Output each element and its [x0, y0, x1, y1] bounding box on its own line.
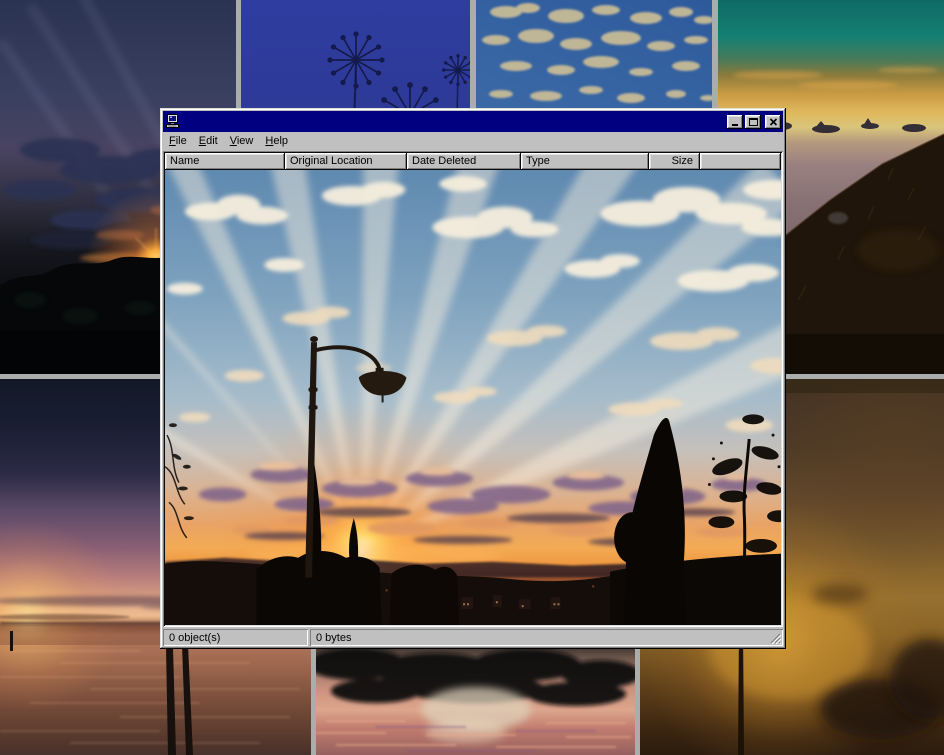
status-objects: 0 object(s)	[163, 629, 308, 646]
titlebar[interactable]	[163, 111, 783, 132]
column-headers: Name Original Location Date Deleted Type…	[165, 153, 781, 170]
minimize-button[interactable]	[727, 115, 743, 129]
computer-icon	[165, 114, 181, 129]
menu-help[interactable]: Help	[259, 133, 294, 150]
close-icon	[769, 118, 778, 126]
maximize-icon	[749, 118, 758, 126]
close-button[interactable]	[765, 115, 781, 129]
menu-file[interactable]: File	[163, 133, 193, 150]
column-header-date-deleted[interactable]: Date Deleted	[407, 153, 521, 170]
file-list: Name Original Location Date Deleted Type…	[163, 151, 783, 627]
column-header-type[interactable]: Type	[521, 153, 649, 170]
menu-view[interactable]: View	[224, 133, 260, 150]
column-header-name[interactable]: Name	[165, 153, 285, 170]
menu-bar: File Edit View Help	[163, 132, 783, 151]
status-bar: 0 object(s) 0 bytes	[163, 629, 783, 646]
column-header-original-location[interactable]: Original Location	[285, 153, 407, 170]
recycle-bin-window: File Edit View Help Name Original Locati…	[160, 108, 786, 649]
resize-grip-icon[interactable]	[769, 632, 782, 645]
folder-view-area[interactable]	[165, 170, 781, 625]
minimize-icon	[732, 124, 738, 126]
column-header-size[interactable]: Size	[649, 153, 700, 170]
desktop: { "desktop": { "background_description":…	[0, 0, 944, 755]
status-bytes-panel: 0 bytes	[310, 629, 783, 646]
status-bytes: 0 bytes	[316, 632, 351, 644]
maximize-button[interactable]	[745, 115, 761, 129]
sunset-streetlamp-photo	[165, 170, 781, 625]
column-header-blank[interactable]	[700, 153, 781, 170]
menu-edit[interactable]: Edit	[193, 133, 224, 150]
